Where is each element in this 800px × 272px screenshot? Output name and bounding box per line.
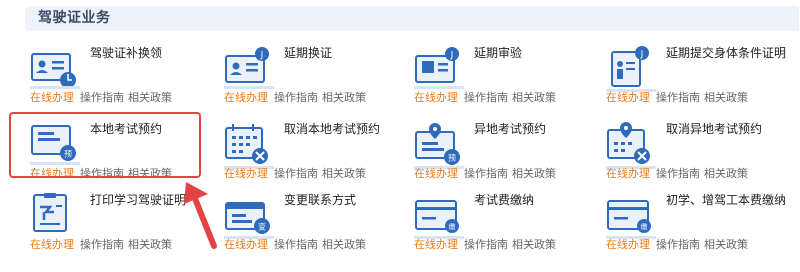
- contact-change-icon: 变: [224, 202, 274, 239]
- service-card-license-extend: J 延期换证 在线办理 操作指南 相关政策: [224, 46, 414, 116]
- svg-text:J: J: [450, 51, 454, 61]
- service-card-cancel-local-booking: 取消本地考试预约 在线办理 操作指南 相关政策: [224, 122, 414, 192]
- cancel-remote-calendar-icon: [606, 122, 656, 169]
- online-apply-link[interactable]: 在线办理: [30, 238, 74, 251]
- online-apply-link[interactable]: 在线办理: [414, 91, 458, 104]
- section-title: 驾驶证业务: [38, 10, 111, 26]
- svg-text:变: 变: [258, 222, 266, 232]
- online-apply-link[interactable]: 在线办理: [606, 167, 650, 180]
- online-apply-link[interactable]: 在线办理: [414, 167, 458, 180]
- guide-link[interactable]: 操作指南: [464, 167, 508, 180]
- service-card-exam-fee: 缴 考试费缴纳 在线办理 操作指南 相关政策: [414, 193, 604, 263]
- cancel-calendar-icon: [224, 124, 274, 169]
- service-title[interactable]: 异地考试预约: [474, 122, 602, 137]
- section-header: 驾驶证业务: [25, 6, 799, 31]
- service-card-health-proof: J 延期提交身体条件证明 在线办理 操作指南 相关政策: [606, 46, 796, 116]
- guide-link[interactable]: 操作指南: [80, 238, 124, 251]
- svg-text:J: J: [640, 50, 644, 60]
- guide-link[interactable]: 操作指南: [656, 167, 700, 180]
- service-title[interactable]: 初学、增驾工本费缴纳: [666, 193, 794, 208]
- license-extend-icon: J: [224, 47, 274, 89]
- policy-link[interactable]: 相关政策: [322, 238, 366, 251]
- exam-fee-card-icon: 缴: [414, 200, 464, 239]
- print-certificate-icon: [33, 193, 67, 232]
- service-card-license-replace: 驾驶证补换领 在线办理 操作指南 相关政策: [30, 46, 220, 116]
- service-card-fee-payment: 缴 初学、增驾工本费缴纳 在线办理 操作指南 相关政策: [606, 193, 796, 263]
- highlight-box: [9, 112, 201, 178]
- service-title[interactable]: 驾驶证补换领: [90, 46, 218, 61]
- remote-exam-booking-icon: 预: [414, 123, 464, 169]
- guide-link[interactable]: 操作指南: [274, 91, 318, 104]
- policy-link[interactable]: 相关政策: [322, 91, 366, 104]
- guide-link[interactable]: 操作指南: [464, 238, 508, 251]
- service-title[interactable]: 延期提交身体条件证明: [666, 46, 794, 61]
- policy-link[interactable]: 相关政策: [322, 167, 366, 180]
- pointer-arrow-icon: [184, 182, 217, 249]
- health-proof-icon: J: [606, 46, 656, 92]
- policy-link[interactable]: 相关政策: [128, 238, 172, 251]
- service-card-review-extend: J 延期审验 在线办理 操作指南 相关政策: [414, 46, 604, 116]
- policy-link[interactable]: 相关政策: [704, 238, 748, 251]
- license-replace-icon: [30, 53, 80, 89]
- guide-link[interactable]: 操作指南: [656, 91, 700, 104]
- online-apply-link[interactable]: 在线办理: [606, 238, 650, 251]
- fee-card-icon: 缴: [606, 200, 656, 239]
- service-title[interactable]: 考试费缴纳: [474, 193, 602, 208]
- policy-link[interactable]: 相关政策: [704, 91, 748, 104]
- policy-link[interactable]: 相关政策: [128, 91, 172, 104]
- guide-link[interactable]: 操作指南: [464, 91, 508, 104]
- service-card-cancel-remote-booking: 取消异地考试预约 在线办理 操作指南 相关政策: [606, 122, 796, 192]
- policy-link[interactable]: 相关政策: [704, 167, 748, 180]
- service-title[interactable]: 取消异地考试预约: [666, 122, 794, 137]
- online-apply-link[interactable]: 在线办理: [224, 167, 268, 180]
- online-apply-link[interactable]: 在线办理: [30, 91, 74, 104]
- guide-link[interactable]: 操作指南: [656, 238, 700, 251]
- service-title[interactable]: 变更联系方式: [284, 193, 412, 208]
- svg-text:缴: 缴: [449, 222, 456, 231]
- policy-link[interactable]: 相关政策: [512, 91, 556, 104]
- service-title[interactable]: 延期审验: [474, 46, 602, 61]
- guide-link[interactable]: 操作指南: [80, 91, 124, 104]
- svg-text:J: J: [260, 51, 264, 61]
- service-title[interactable]: 取消本地考试预约: [284, 122, 412, 137]
- online-apply-link[interactable]: 在线办理: [606, 91, 650, 104]
- service-card-contact-change: 变 变更联系方式 在线办理 操作指南 相关政策: [224, 193, 414, 263]
- policy-link[interactable]: 相关政策: [512, 167, 556, 180]
- service-title[interactable]: 延期换证: [284, 46, 412, 61]
- service-card-remote-exam-booking: 预 异地考试预约 在线办理 操作指南 相关政策: [414, 122, 604, 192]
- guide-link[interactable]: 操作指南: [274, 238, 318, 251]
- online-apply-link[interactable]: 在线办理: [224, 238, 268, 251]
- policy-link[interactable]: 相关政策: [512, 238, 556, 251]
- online-apply-link[interactable]: 在线办理: [224, 91, 268, 104]
- online-apply-link[interactable]: 在线办理: [414, 238, 458, 251]
- review-extend-icon: J: [414, 47, 464, 89]
- guide-link[interactable]: 操作指南: [274, 167, 318, 180]
- svg-text:缴: 缴: [641, 222, 648, 231]
- svg-text:预: 预: [448, 153, 456, 163]
